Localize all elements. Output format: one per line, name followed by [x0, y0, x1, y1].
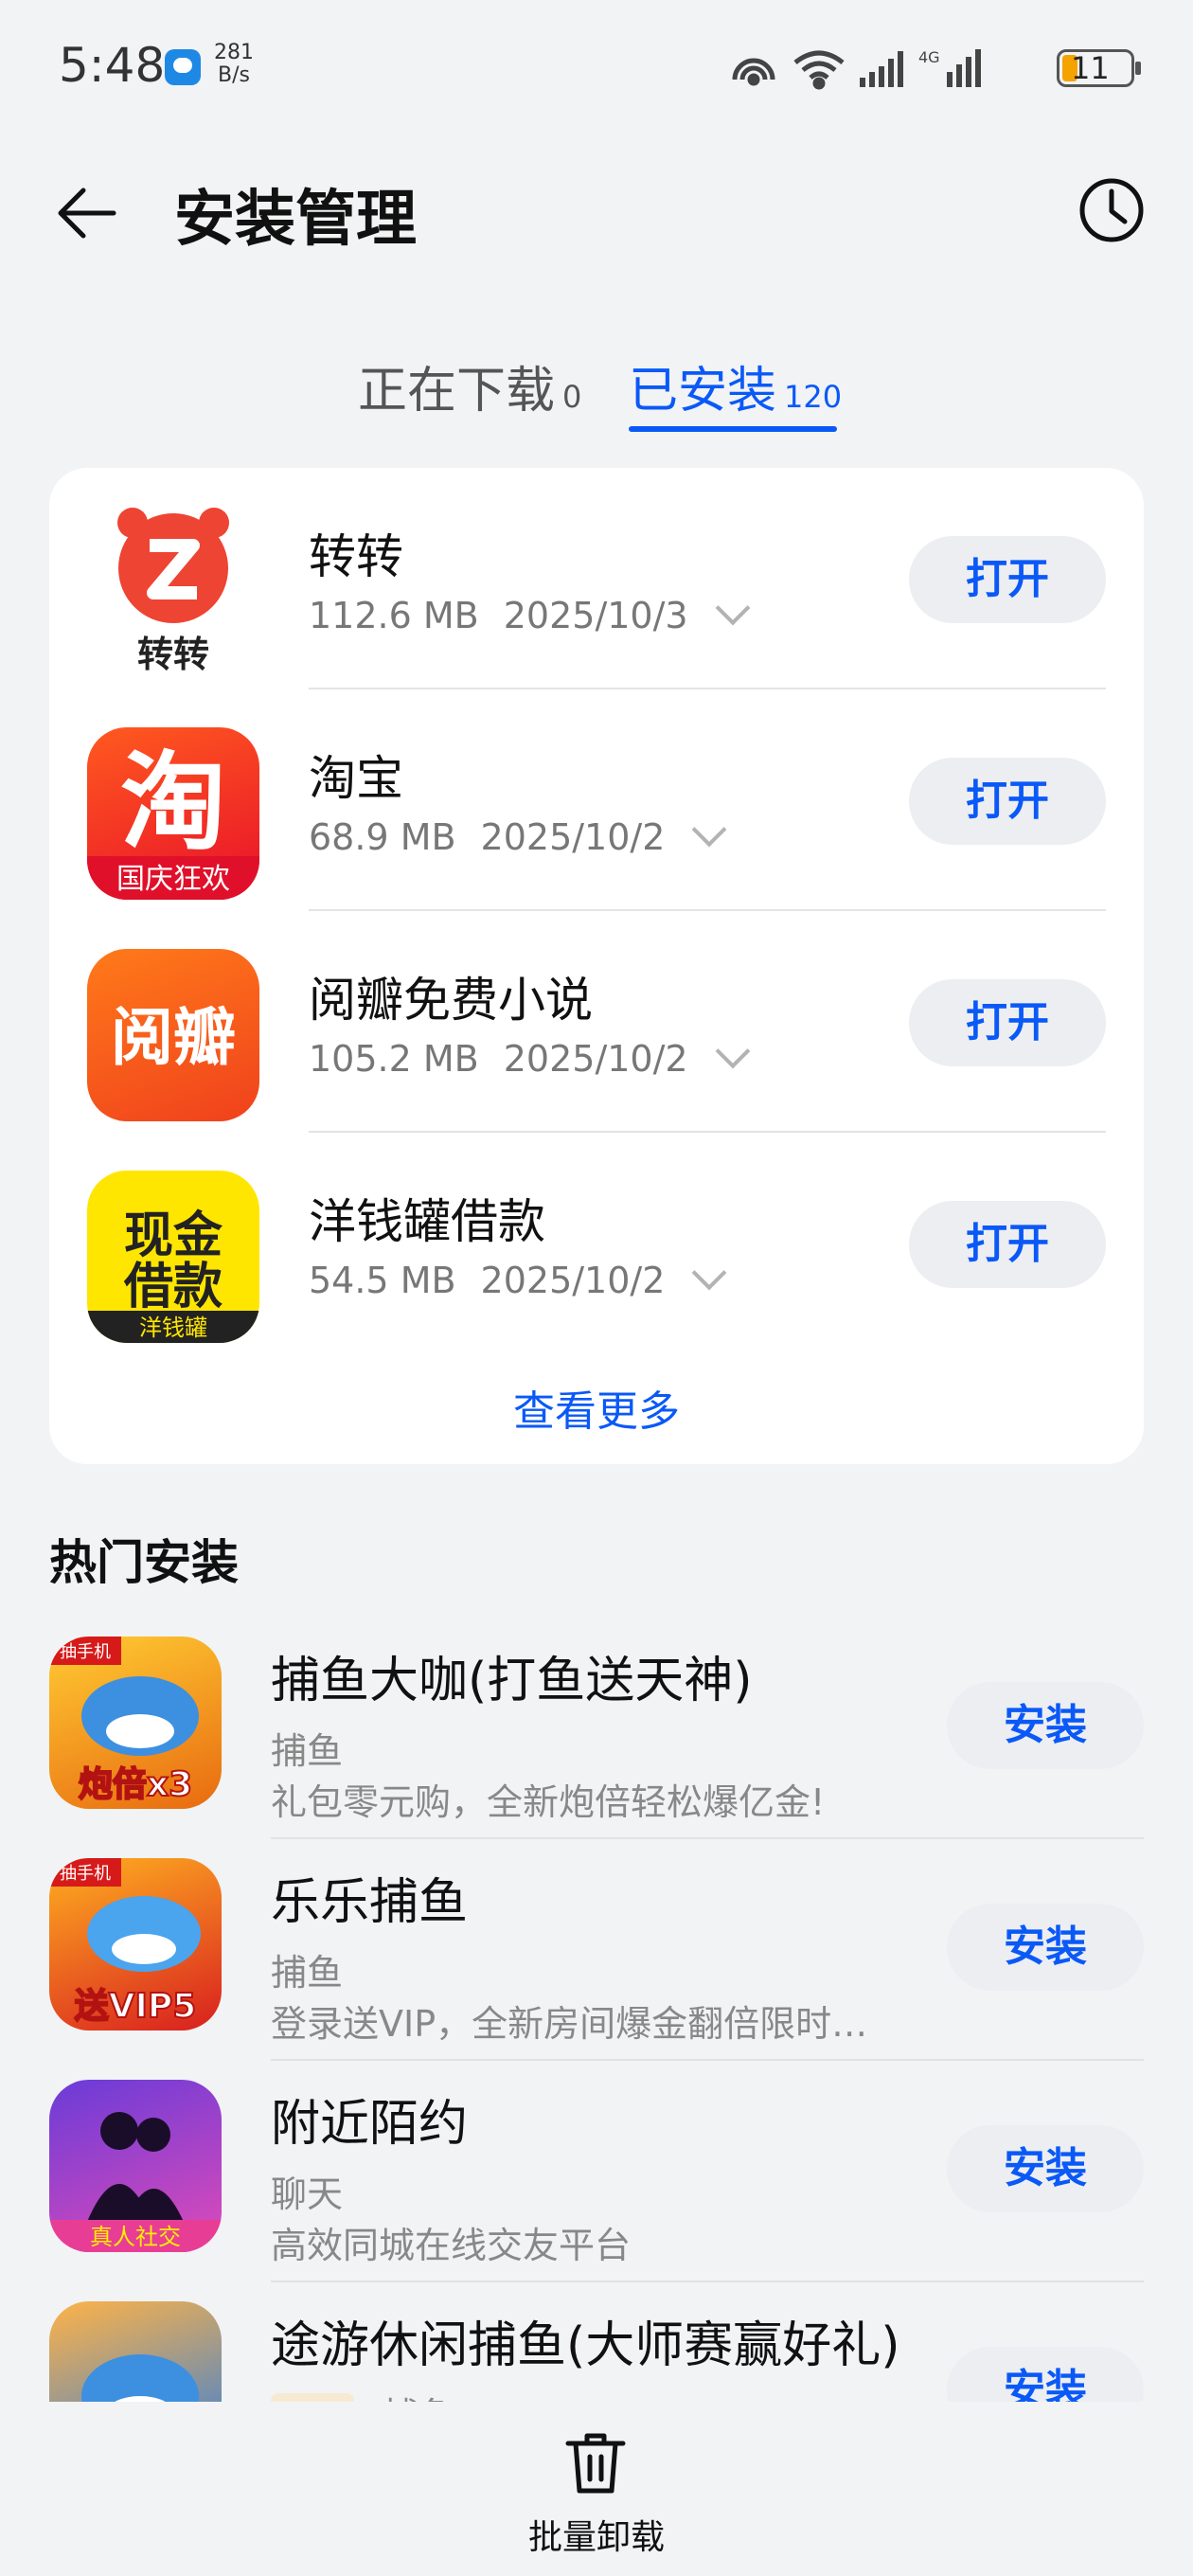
list-item[interactable]: 抽手机 炮倍x3 捕鱼大咖(打鱼送天神) 捕鱼 礼包零元购，全新炮倍轻松爆亿金!… [0, 1637, 1193, 1858]
page-title: 安装管理 [174, 185, 417, 255]
svg-text:送VIP5: 送VIP5 [75, 1987, 197, 2026]
cell-signal-4g-icon: 4G [918, 48, 981, 87]
see-more-link[interactable]: 查看更多 [49, 1377, 1144, 1438]
fishing-game-icon: 抽手机 送VIP5 [49, 1858, 222, 2030]
app-description: 礼包零元购，全新炮倍轻松爆亿金! [271, 1781, 826, 1823]
list-item[interactable]: 抽手机 送VIP5 乐乐捕鱼 捕鱼 登录送VIP，全新房间爆金翻倍限时… 安装 [0, 1858, 1193, 2080]
open-button[interactable]: 打开 [909, 536, 1106, 623]
list-item[interactable]: 阅瓣 阅瓣免费小说 105.2 MB 2025/10/2 打开 [49, 911, 1144, 1133]
app-name: 捕鱼大咖(打鱼送天神) [271, 1653, 753, 1709]
zhuanzhuan-app-icon: 转转 [87, 506, 259, 678]
app-meta: 112.6 MB 2025/10/3 [309, 590, 750, 636]
svg-text:4G: 4G [918, 48, 940, 66]
wifi-icon [793, 50, 845, 90]
fishing-game-icon: 抽手机 炮倍x3 [49, 1637, 222, 1809]
batch-uninstall-label: 批量卸载 [527, 2518, 665, 2557]
message-app-icon [165, 49, 201, 85]
open-button[interactable]: 打开 [909, 758, 1106, 845]
app-description: 登录送VIP，全新房间爆金翻倍限时… [271, 2003, 868, 2045]
svg-text:抽手机: 抽手机 [60, 1864, 111, 1884]
trash-icon[interactable] [564, 2430, 627, 2496]
divider [271, 1837, 1144, 1839]
chevron-down-icon[interactable] [715, 1033, 750, 1069]
svg-text:洋钱罐: 洋钱罐 [139, 1315, 207, 1341]
bottom-action-bar[interactable]: 批量卸载 [0, 2402, 1193, 2576]
svg-text:阅瓣: 阅瓣 [111, 1001, 236, 1074]
svg-text:国庆狂欢: 国庆狂欢 [116, 863, 230, 896]
svg-text:现金: 现金 [124, 1208, 223, 1264]
section-title-hot: 热门安装 [49, 1535, 239, 1590]
app-category: 聊天 [271, 2174, 344, 2215]
app-description: 高效同城在线交友平台 [271, 2225, 632, 2266]
app-meta: 105.2 MB 2025/10/2 [309, 1033, 750, 1080]
battery-icon: 11 [1057, 49, 1141, 87]
svg-text:真人社交: 真人社交 [90, 2224, 181, 2250]
install-button[interactable]: 安装 [947, 1904, 1144, 1991]
tab-active-indicator [629, 426, 837, 432]
app-meta: 54.5 MB 2025/10/2 [309, 1255, 727, 1301]
install-button[interactable]: 安装 [947, 2125, 1144, 2212]
svg-text:借款: 借款 [123, 1259, 223, 1315]
app-name: 途游休闲捕鱼(大师赛赢好礼) [271, 2317, 900, 2374]
open-button[interactable]: 打开 [909, 979, 1106, 1066]
app-name: 附近陌约 [271, 2096, 469, 2153]
list-item[interactable]: 淘 国庆狂欢 淘宝 68.9 MB 2025/10/2 打开 [49, 689, 1144, 911]
taobao-app-icon: 淘 国庆狂欢 [87, 727, 259, 900]
chevron-down-icon[interactable] [715, 590, 750, 626]
install-button[interactable]: 安装 [947, 1682, 1144, 1769]
svg-text:炮倍x3: 炮倍x3 [79, 1765, 192, 1804]
divider [271, 2059, 1144, 2061]
back-arrow-icon[interactable] [53, 180, 119, 246]
app-name: 乐乐捕鱼 [271, 1874, 469, 1931]
yueban-app-icon: 阅瓣 [87, 949, 259, 1121]
app-name: 阅瓣免费小说 [309, 973, 593, 1028]
yangqianguan-app-icon: 现金 借款 洋钱罐 [87, 1171, 259, 1343]
signal-icons: 4G [732, 48, 981, 90]
svg-text:转转: 转转 [137, 634, 209, 675]
svg-text:淘: 淘 [120, 742, 226, 865]
app-meta: 68.9 MB 2025/10/2 [309, 812, 727, 858]
tab-installed[interactable]: 已安装 120 [629, 350, 842, 421]
cell-signal-icon [860, 51, 903, 87]
installed-apps-card: 转转 转转 112.6 MB 2025/10/3 打开 淘 国庆狂欢 淘宝 68.… [49, 468, 1144, 1464]
app-name: 洋钱罐借款 [309, 1194, 545, 1249]
app-name: 淘宝 [309, 751, 403, 806]
tab-downloading[interactable]: 正在下载 0 [358, 350, 581, 421]
app-category: 捕鱼 [271, 1730, 344, 1772]
chevron-down-icon[interactable] [692, 812, 727, 848]
app-category: 捕鱼 [271, 1952, 344, 1994]
net-speed: 281 B/s [214, 41, 254, 87]
list-item[interactable]: 转转 转转 112.6 MB 2025/10/3 打开 [49, 468, 1144, 689]
history-clock-icon[interactable] [1077, 176, 1146, 244]
nfc-icon [732, 58, 775, 86]
dating-app-icon: 真人社交 [49, 2080, 222, 2252]
open-button[interactable]: 打开 [909, 1201, 1106, 1288]
status-time: 5:48 [59, 38, 166, 93]
app-name: 转转 [309, 529, 403, 584]
svg-text:抽手机: 抽手机 [60, 1642, 111, 1662]
list-item[interactable]: 真人社交 附近陌约 聊天 高效同城在线交友平台 安装 [0, 2080, 1193, 2301]
chevron-down-icon[interactable] [692, 1255, 727, 1291]
status-bar: 5:48 281 B/s 4G 11 [0, 0, 1193, 133]
divider [271, 2281, 1144, 2282]
list-item[interactable]: 现金 借款 洋钱罐 洋钱罐借款 54.5 MB 2025/10/2 打开 [49, 1133, 1144, 1354]
